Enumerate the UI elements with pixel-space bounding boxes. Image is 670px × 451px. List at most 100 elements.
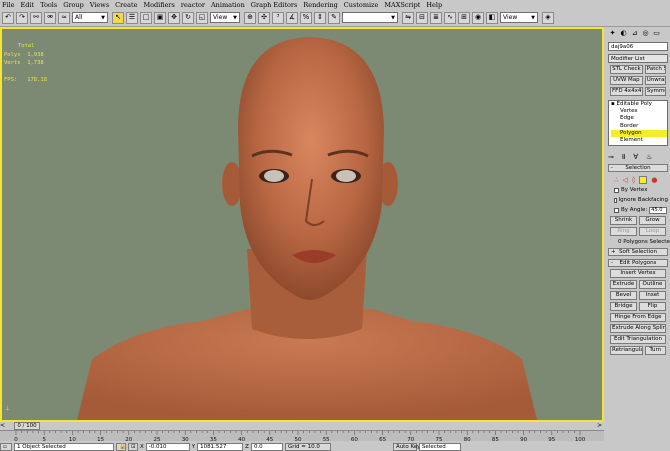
curve-editor-icon[interactable]: ∿ [444,11,456,24]
edit-polygons-rollout-header[interactable]: - Edit Polygons [608,259,668,267]
outline-button[interactable]: Outline [639,280,666,289]
stack-item-border[interactable]: Border [611,123,667,130]
object-name-field[interactable]: daj9a06 [608,42,668,51]
menu-animation[interactable]: Animation [211,1,245,9]
by-angle-checkbox[interactable]: By Angle: 45.0 [614,206,668,214]
render-type-dropdown[interactable]: View ▼ [500,12,538,23]
extrude-along-spline-button[interactable]: Extrude Along Spline [610,324,666,333]
hierarchy-tab-icon[interactable]: ⊿ [630,29,639,38]
stack-item-element[interactable]: Element [611,137,667,144]
bridge-button[interactable]: Bridge [610,302,637,311]
by-vertex-checkbox[interactable]: By Vertex [614,186,668,194]
menu-maxscript[interactable]: MAXScript [384,1,420,9]
unwrap-uvw-button[interactable]: Unwrap UVW [644,76,666,85]
inset-button[interactable]: Inset [639,291,666,300]
layer-manager-icon[interactable]: ≣ [430,11,442,24]
stl-check-button[interactable]: STL Check [610,65,643,74]
motion-tab-icon[interactable]: ◎ [641,29,650,38]
lock-selection-icon[interactable]: 🔒 [116,442,126,451]
stack-item-edge[interactable]: Edge [611,115,667,122]
spinner-snap-icon[interactable]: ⇕ [314,11,326,24]
time-slider-knob[interactable]: 0 / 100 [14,422,40,430]
remove-modifier-icon[interactable]: ♨ [646,153,652,161]
menu-tools[interactable]: Tools [40,1,57,9]
element-level-icon[interactable]: ● [651,176,657,184]
stack-item-polygon[interactable]: Polygon [611,129,667,138]
z-coordinate-field[interactable]: 0.0 [250,442,283,451]
grow-button[interactable]: Grow [639,216,666,225]
loop-button[interactable]: Loop [639,227,666,236]
named-selection-dropdown[interactable]: ▼ [342,12,398,23]
stack-root-item[interactable]: ▪ Editable Poly [611,101,667,108]
symmetry-button[interactable]: Symmetry [644,87,666,96]
pin-stack-icon[interactable]: ⊸ [608,153,614,161]
time-slider-next-icon[interactable]: > [597,422,602,430]
y-coordinate-field[interactable]: 1081.527 [197,442,244,451]
uvw-map-button[interactable]: UVW Map [610,76,643,85]
absolute-mode-icon[interactable]: ⊡ [128,442,138,451]
render-scene-icon[interactable]: ◧ [486,11,498,24]
menu-modifiers[interactable]: Modifiers [143,1,174,9]
percent-snap-icon[interactable]: % [300,11,312,24]
link-icon[interactable]: ⚯ [30,11,42,24]
soft-selection-rollout-header[interactable]: + Soft Selection [608,248,668,256]
select-object-icon[interactable]: ↖ [112,11,124,24]
select-scale-icon[interactable]: ◱ [196,11,208,24]
window-crossing-icon[interactable]: ▣ [154,11,166,24]
ffd-button[interactable]: FFD 4x4x4 [610,87,643,96]
bind-space-warp-icon[interactable]: ≈ [58,11,70,24]
display-tab-icon[interactable]: ▭ [652,29,661,38]
auto-key-button[interactable]: Auto Key [392,442,420,451]
schematic-view-icon[interactable]: ⊞ [458,11,470,24]
redo-icon[interactable]: ↷ [16,11,28,24]
select-move-icon[interactable]: ✥ [168,11,180,24]
quick-render-icon[interactable]: ◈ [542,11,554,24]
make-unique-icon[interactable]: ∀ [633,153,638,161]
menu-views[interactable]: Views [90,1,109,9]
flip-button[interactable]: Flip [639,302,666,311]
menu-rendering[interactable]: Rendering [303,1,337,9]
stack-item-vertex[interactable]: Vertex [611,108,667,115]
edit-triangulation-button[interactable]: Edit Triangulation [610,335,666,344]
vertex-level-icon[interactable]: ∴ [614,176,618,184]
menu-customize[interactable]: Customize [344,1,379,9]
polygon-level-icon[interactable] [639,175,648,184]
maxscript-listener-icon[interactable]: ▫ [0,442,12,451]
align-icon[interactable]: ⊟ [416,11,428,24]
modify-tab-icon[interactable]: ◐ [619,29,628,38]
menu-edit[interactable]: Edit [21,1,35,9]
ignore-backfacing-checkbox[interactable]: Ignore Backfacing [614,196,668,204]
perspective-viewport[interactable]: Total Polys 1,938 Verts 1,738 FPS: 178.1… [0,27,604,422]
modifier-list-dropdown[interactable]: Modifier List [608,54,668,63]
retriangulate-button[interactable]: Retriangulate [610,346,643,355]
reference-coordinate-dropdown[interactable]: View ▼ [210,12,240,23]
unlink-icon[interactable]: ⚮ [44,11,56,24]
insert-vertex-button[interactable]: Insert Vertex [610,269,666,278]
extrude-button[interactable]: Extrude [610,280,637,289]
angle-snap-icon[interactable]: ∡ [286,11,298,24]
undo-icon[interactable]: ↶ [2,11,14,24]
create-tab-icon[interactable]: ✦ [608,29,617,38]
turn-button[interactable]: Turn [644,346,666,355]
select-manipulate-icon[interactable]: ✣ [258,11,270,24]
key-filter-dropdown[interactable]: Selected [418,442,461,451]
menu-group[interactable]: Group [63,1,84,9]
border-level-icon[interactable]: ◊ [632,176,635,184]
ring-button[interactable]: Ring [610,227,637,236]
pivot-center-icon[interactable]: ⊕ [244,11,256,24]
menu-reactor[interactable]: reactor [181,1,205,9]
shrink-button[interactable]: Shrink [610,216,637,225]
rect-selection-icon[interactable]: □ [140,11,152,24]
x-coordinate-field[interactable]: -0.010 [145,442,190,451]
menu-help[interactable]: Help [426,1,442,9]
menu-create[interactable]: Create [115,1,137,9]
edge-level-icon[interactable]: ◁ [622,176,627,184]
time-slider-prev-icon[interactable]: < [0,422,5,430]
select-by-name-icon[interactable]: ☰ [126,11,138,24]
material-editor-icon[interactable]: ◉ [472,11,484,24]
menu-graph-editors[interactable]: Graph Editors [251,1,298,9]
track-bar[interactable]: 0 5 10 15 20 25 30 35 40 45 50 55 60 65 70 75 80 85 90 95 10… [0,430,604,442]
edit-named-selection-icon[interactable]: ✎ [328,11,340,24]
snap-toggle-icon[interactable]: ³ [272,11,284,24]
selection-rollout-header[interactable]: - Selection [608,164,668,172]
